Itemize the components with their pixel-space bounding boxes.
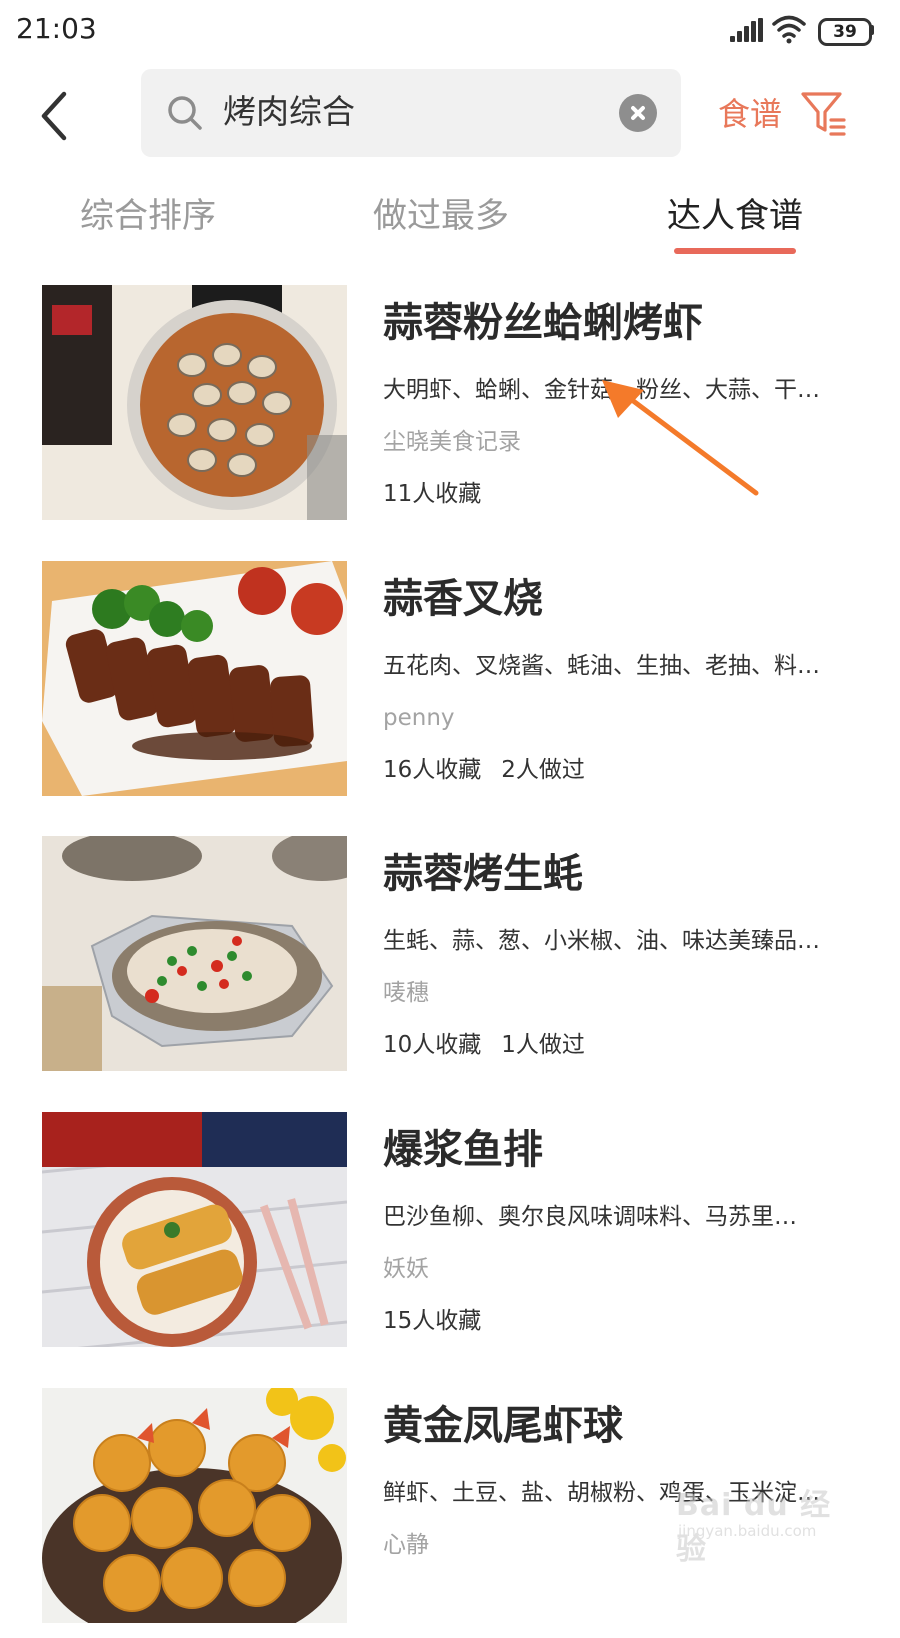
made-count: 1人做过 [501,1032,585,1058]
recipe-image [42,836,347,1071]
tab-most-made[interactable]: 做过最多 [373,192,509,240]
tab-expert-recipes[interactable]: 达人食谱 [667,192,803,240]
recipe-author[interactable]: 心静 [383,1528,429,1562]
favorites-count: 10人收藏 [383,1032,482,1058]
favorites-count: 15人收藏 [383,1308,482,1334]
signal-icon [730,18,763,42]
back-button[interactable] [34,88,78,144]
status-bar: 21:03 39 [0,0,900,62]
recipe-title[interactable]: 蒜香叉烧 [383,573,543,625]
watermark: Bai du 经验 jingyan.baidu.com [672,1478,842,1567]
recipe-author[interactable]: penny [383,701,455,735]
watermark-url: jingyan.baidu.com [678,1522,817,1540]
tab-comprehensive-sort[interactable]: 综合排序 [80,192,216,240]
recipe-title[interactable]: 黄金凤尾虾球 [383,1400,623,1452]
search-query[interactable]: 烤肉综合 [223,89,355,135]
battery-tip [870,25,874,35]
recipe-stats: 15人收藏 [383,1304,481,1338]
recipe-stats: 10人收藏 1人做过 [383,1028,585,1062]
recipe-author[interactable]: 妖妖 [383,1252,429,1286]
annotation-arrow-icon [602,380,759,496]
recipe-card[interactable]: 蒜蓉烤生蚝 生蚝、蒜、葱、小米椒、油、味达美臻品… 唛穗 10人收藏 1人做过 [0,836,900,1086]
recipe-title[interactable]: 蒜蓉粉丝蛤蜊烤虾 [383,297,703,349]
favorites-count: 11人收藏 [383,481,482,507]
recipe-stats: 11人收藏 [383,477,481,511]
battery-indicator: 39 [818,18,872,46]
recipe-ingredients: 五花肉、叉烧酱、蚝油、生抽、老抽、料… [383,653,820,679]
recipe-filter-button[interactable]: 食谱 [718,86,850,142]
recipe-author[interactable]: 尘晓美食记录 [383,425,521,459]
wifi-icon [772,15,806,44]
search-icon [168,96,202,130]
recipe-title[interactable]: 爆浆鱼排 [383,1124,543,1176]
made-count: 2人做过 [501,757,585,783]
recipe-stats: 16人收藏 2人做过 [383,753,585,787]
recipe-image [42,561,347,796]
active-tab-indicator [674,248,796,254]
status-time: 21:03 [16,12,97,45]
recipe-ingredients: 巴沙鱼柳、奥尔良风味调味料、马苏里… [383,1204,797,1230]
recipe-author[interactable]: 唛穗 [383,976,429,1010]
clear-icon[interactable] [619,94,657,132]
recipe-card[interactable]: 蒜香叉烧 五花肉、叉烧酱、蚝油、生抽、老抽、料… penny 16人收藏 2人做过 [0,561,900,811]
filter-icon [801,92,846,136]
favorites-count: 16人收藏 [383,757,482,783]
filter-label: 食谱 [718,95,783,133]
recipe-ingredients: 生蚝、蒜、葱、小米椒、油、味达美臻品… [383,928,820,954]
recipe-title[interactable]: 蒜蓉烤生蚝 [383,848,583,900]
recipe-image [42,285,347,520]
recipe-image [42,1388,347,1623]
search-input[interactable]: 烤肉综合 [141,69,681,157]
recipe-card[interactable]: 爆浆鱼排 巴沙鱼柳、奥尔良风味调味料、马苏里… 妖妖 15人收藏 [0,1112,900,1362]
recipe-image [42,1112,347,1347]
